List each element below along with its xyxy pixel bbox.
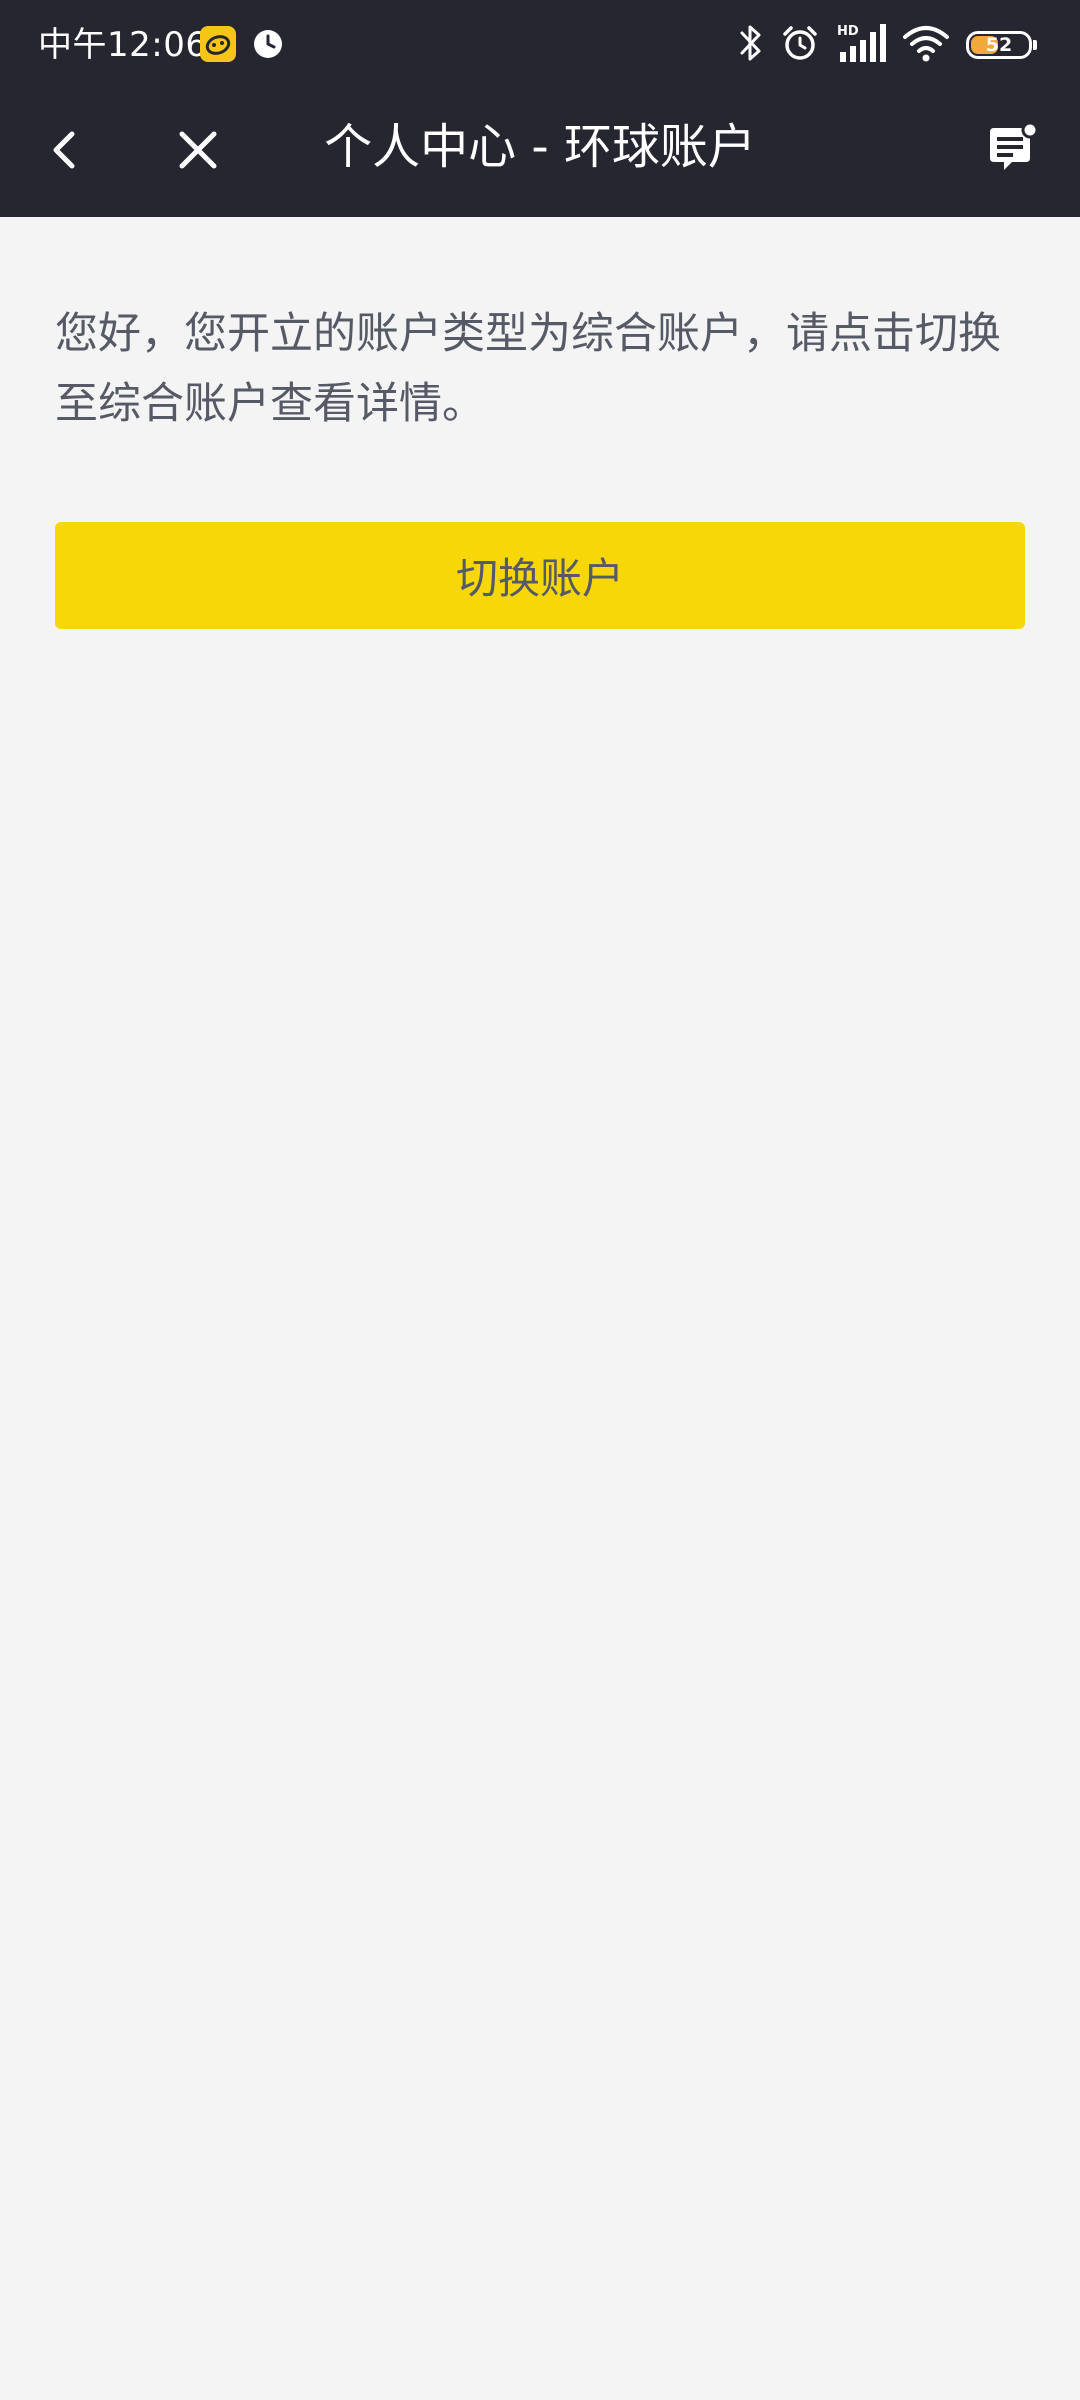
chevron-left-icon[interactable] bbox=[38, 122, 94, 178]
battery-tip bbox=[1033, 40, 1037, 50]
battery-icon: 52 bbox=[966, 31, 1037, 59]
hd-signal-icon: HD bbox=[836, 22, 886, 68]
svg-text:HD: HD bbox=[837, 24, 859, 39]
clock-notification-icon bbox=[252, 28, 284, 60]
page-title: 个人中心 - 环球账户 bbox=[324, 119, 756, 175]
status-time: 中午12:06 bbox=[38, 25, 208, 65]
account-type-notice: 您好，您开立的账户类型为综合账户，请点击切换至综合账户查看详情。 bbox=[55, 309, 1001, 429]
main-content: 您好，您开立的账户类型为综合账户，请点击切换至综合账户查看详情。 切换账户 bbox=[0, 217, 1080, 2400]
wifi-icon bbox=[902, 23, 950, 67]
yellow-app-notification-icon bbox=[200, 26, 236, 62]
status-icons: HD 52 bbox=[722, 20, 1037, 70]
top-chrome: 中午12:06 HD 52 个人中心 - 环球账户 bbox=[0, 0, 1080, 217]
close-icon[interactable] bbox=[170, 122, 226, 178]
switch-account-button[interactable]: 切换账户 bbox=[55, 522, 1025, 629]
battery-level: 52 bbox=[985, 34, 1013, 56]
alarm-icon bbox=[780, 23, 820, 67]
status-bar: 中午12:06 HD 52 bbox=[0, 0, 1080, 90]
message-icon[interactable] bbox=[982, 120, 1042, 180]
nav-bar: 个人中心 - 环球账户 bbox=[0, 90, 1080, 217]
bluetooth-icon bbox=[738, 23, 764, 67]
